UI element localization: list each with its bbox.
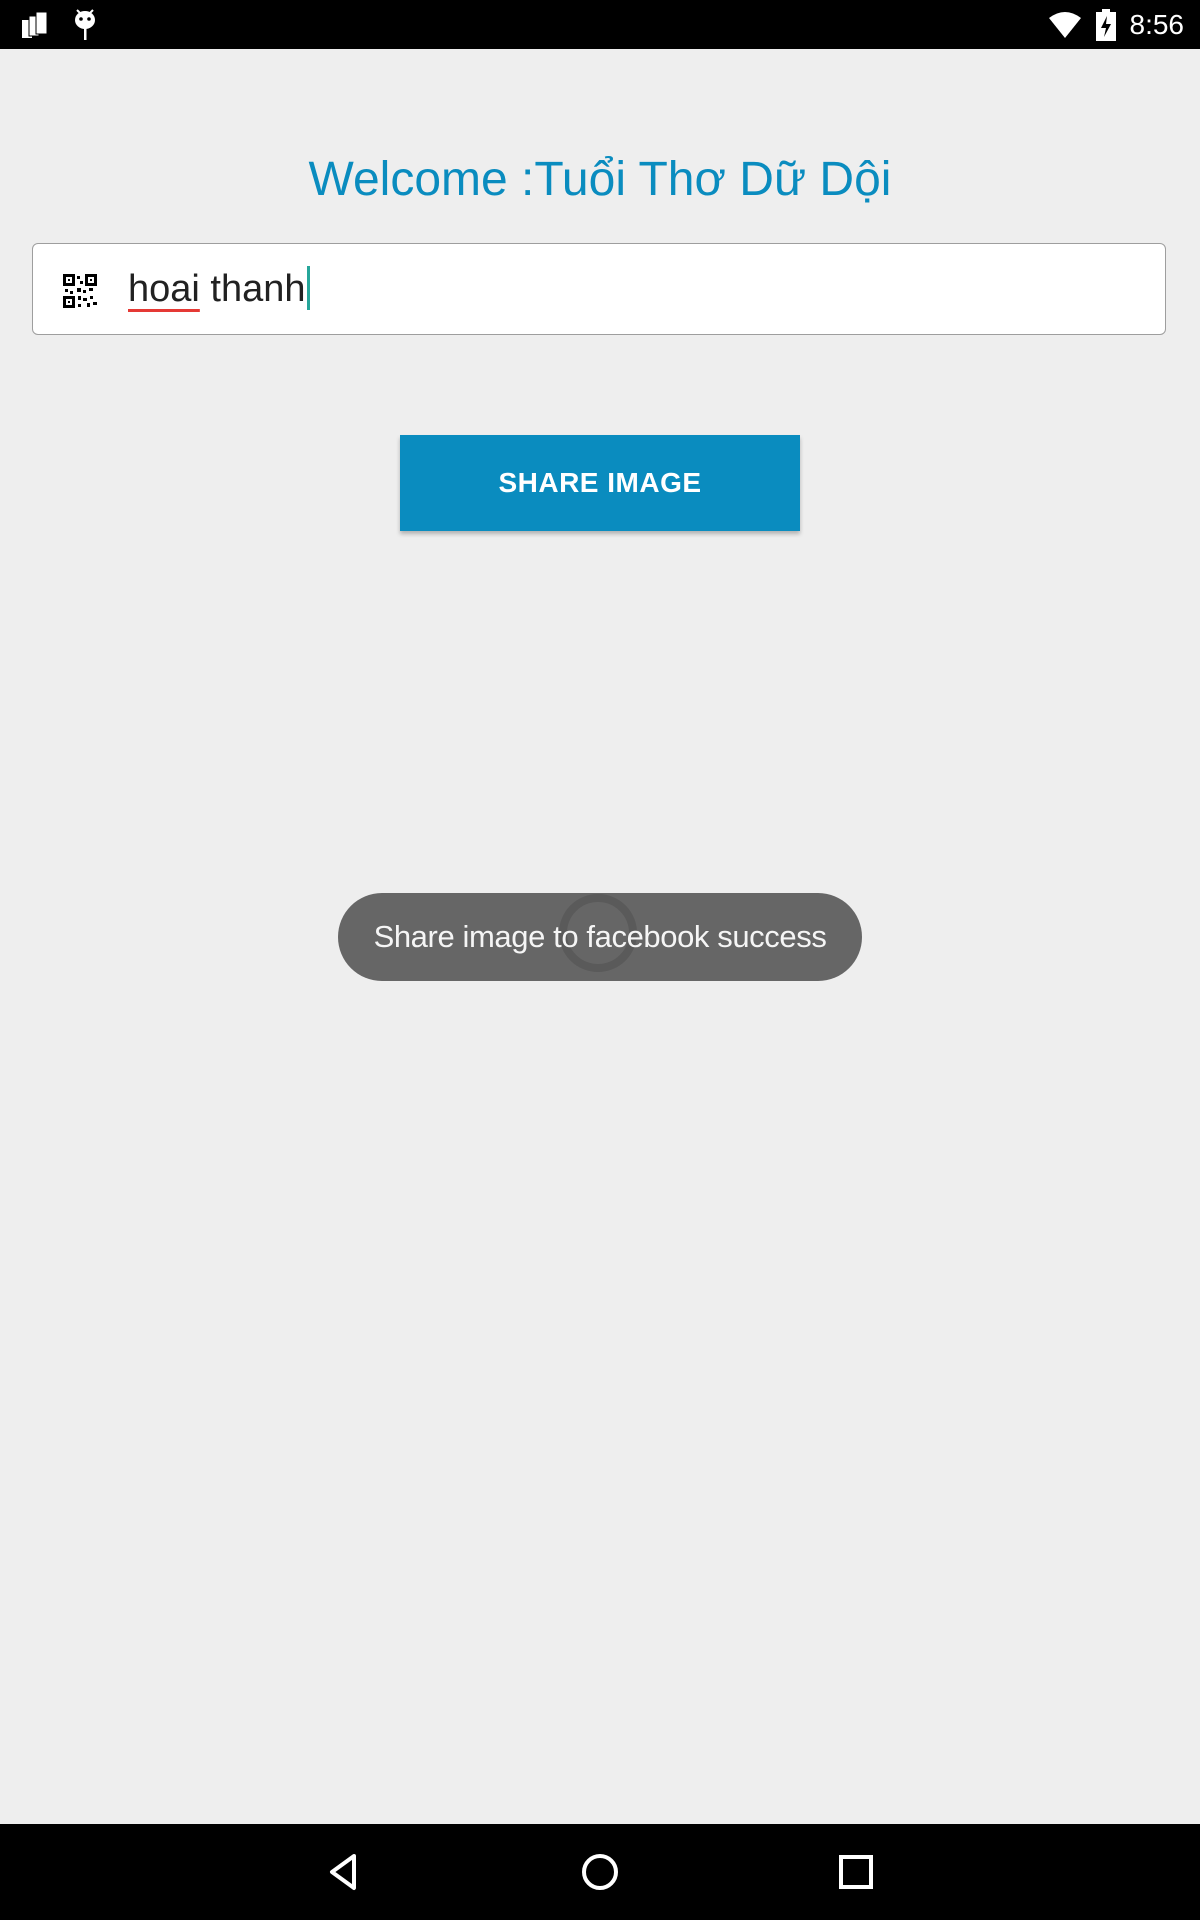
welcome-title: Welcome :Tuổi Thơ Dữ Dội: [308, 153, 892, 206]
notification-stack-icon: [22, 11, 48, 38]
toast-message: Share image to facebook success: [373, 919, 827, 954]
input-value: hoai thanh: [128, 264, 310, 314]
home-icon[interactable]: [576, 1848, 624, 1896]
name-input[interactable]: hoai thanh: [32, 243, 1166, 335]
toast: Share image to facebook success: [338, 893, 862, 981]
battery-charging-icon: [1095, 9, 1116, 41]
text-caret: [306, 265, 310, 310]
input-value-rest: thanh: [199, 268, 306, 310]
input-value-word-misspelled: hoai: [128, 268, 200, 310]
status-time: 8:56: [1129, 9, 1185, 40]
qr-code-icon[interactable]: [63, 274, 97, 308]
nav-bar: [0, 1824, 1200, 1920]
share-image-button[interactable]: SHARE IMAGE: [400, 435, 800, 531]
status-bar: 8:56: [0, 0, 1200, 49]
wifi-icon: [1048, 12, 1081, 38]
recents-icon[interactable]: [832, 1848, 880, 1896]
android-debug-icon: [75, 9, 95, 40]
back-icon[interactable]: [320, 1848, 368, 1896]
